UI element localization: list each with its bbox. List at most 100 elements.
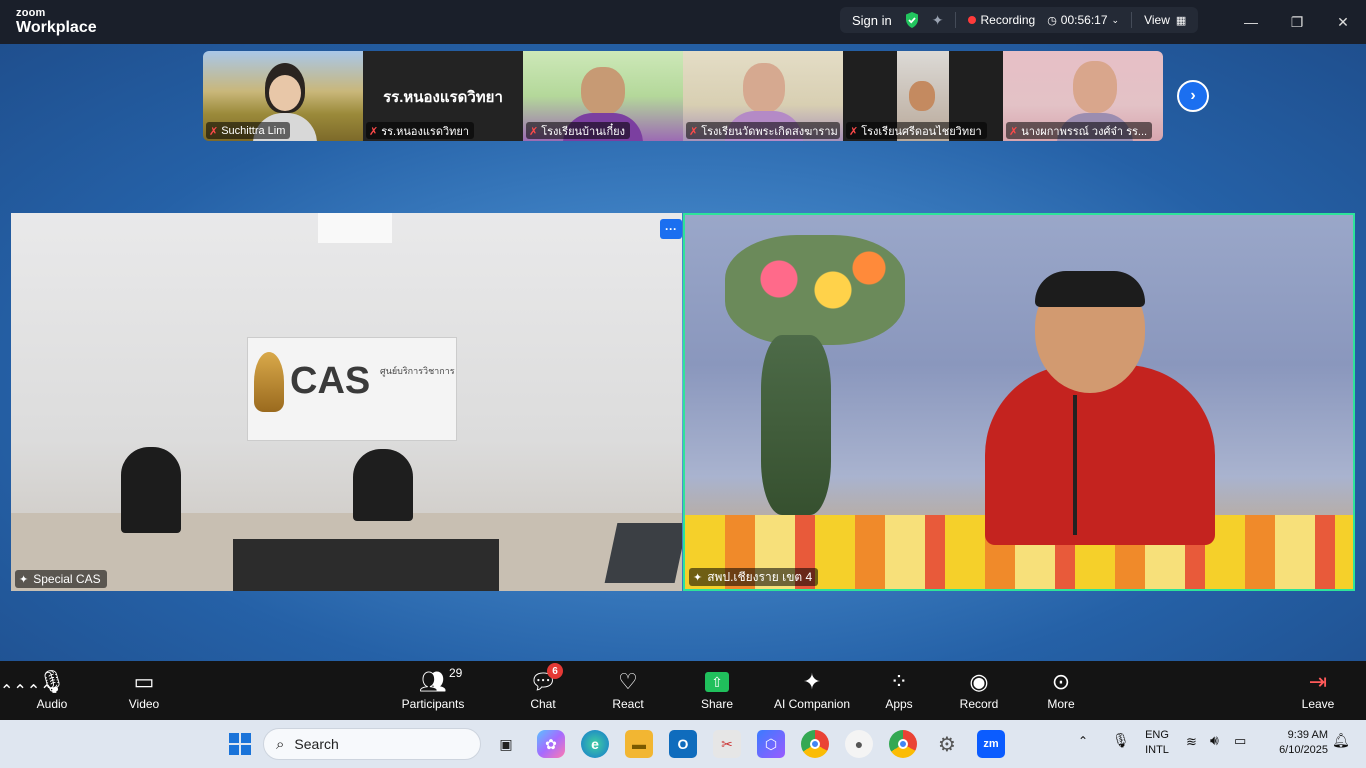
meeting-stage: ✗ Suchittra Lim รร.หนองแรดวิทยา ✗ รร.หนอ… bbox=[0, 44, 1366, 661]
participant-name-tag: ✗ รร.หนองแรดวิทยา bbox=[366, 122, 475, 139]
apps-button[interactable]: ⁘ Apps bbox=[859, 667, 939, 711]
file-explorer-icon[interactable]: ▬ bbox=[625, 730, 653, 758]
video-camera-icon: ▭ bbox=[133, 669, 155, 694]
mfu-emblem-icon bbox=[254, 352, 284, 412]
ceiling-light bbox=[318, 213, 392, 243]
participant-name: Suchittra Lim bbox=[221, 125, 286, 137]
attendee-person bbox=[121, 447, 181, 533]
participant-name-tag: ✗ นางผกาพรรณ์ วงศ์จ๋า รร... bbox=[1006, 122, 1153, 139]
participants-label: Participants bbox=[401, 697, 465, 711]
microphone-tray-icon[interactable]: 🎙︎ bbox=[1112, 733, 1130, 748]
battery-icon[interactable]: ▭ bbox=[1234, 733, 1246, 748]
participant-tile[interactable]: รร.หนองแรดวิทยา ✗ รร.หนองแรดวิทยา bbox=[363, 51, 523, 141]
ai-companion-button[interactable]: ✦ AI Companion bbox=[767, 667, 857, 711]
react-button[interactable]: ♡ React bbox=[588, 667, 668, 711]
clock-icon: ◷ bbox=[1047, 14, 1057, 27]
video-participant-name: Special CAS bbox=[33, 572, 101, 586]
windows-start-icon[interactable] bbox=[226, 730, 254, 758]
maximize-button[interactable]: ❐ bbox=[1274, 0, 1320, 44]
video-tile-active-speaker[interactable]: ✦ สพป.เชียงราย เขต 4 bbox=[683, 213, 1355, 591]
chrome-icon[interactable] bbox=[801, 730, 829, 758]
snipping-tool-icon[interactable]: ✂ bbox=[713, 730, 741, 758]
meeting-info-bar: Sign in ✦ Recording ◷ 00:56:17 ⌄ View ▦ bbox=[840, 7, 1199, 33]
ai-sparkle-icon[interactable]: ✦ bbox=[932, 12, 944, 29]
participant-tile[interactable]: ✗ Suchittra Lim bbox=[203, 51, 363, 141]
google-app-icon[interactable]: ● bbox=[845, 730, 873, 758]
copilot-icon[interactable]: ✿ bbox=[537, 730, 565, 758]
divider bbox=[1131, 12, 1133, 28]
video-participant-name: สพป.เชียงราย เขต 4 bbox=[707, 569, 813, 584]
video-button[interactable]: ▭ Video bbox=[104, 667, 184, 711]
sign-in-button[interactable]: Sign in bbox=[852, 13, 892, 28]
laptop bbox=[604, 523, 682, 583]
attendee-person bbox=[353, 449, 413, 521]
wifi-icon[interactable]: ≋ bbox=[1186, 734, 1197, 749]
view-button[interactable]: View ▦ bbox=[1144, 13, 1186, 27]
video-label: Video bbox=[128, 697, 160, 711]
participant-name: โรงเรียนบ้านเกี๋ยง bbox=[541, 126, 625, 138]
participant-name-tag: ✗ โรงเรียนบ้านเกี๋ยง bbox=[526, 122, 630, 139]
mic-muted-icon: ✗ bbox=[689, 125, 699, 138]
participant-tile[interactable]: ✗ โรงเรียนบ้านเกี๋ยง bbox=[523, 51, 683, 141]
notifications-bell-icon[interactable]: 🔔︎ bbox=[1332, 733, 1350, 748]
leave-button[interactable]: ⇥ Leave bbox=[1278, 667, 1358, 711]
heart-icon: ♡ bbox=[618, 669, 638, 694]
minimize-button[interactable]: — bbox=[1228, 0, 1274, 44]
divider bbox=[955, 12, 957, 28]
share-screen-icon: ⇧ bbox=[677, 667, 757, 697]
meeting-timer[interactable]: ◷ 00:56:17 ⌄ bbox=[1047, 13, 1119, 27]
zoom-app-icon[interactable]: zm bbox=[977, 730, 1005, 758]
security-shield-icon[interactable] bbox=[904, 11, 920, 29]
volume-icon[interactable]: 🔊︎ bbox=[1210, 733, 1219, 748]
language-indicator[interactable]: ENG INTL bbox=[1142, 728, 1172, 758]
grid-view-icon: ▦ bbox=[1175, 14, 1187, 27]
clock[interactable]: 9:39 AM 6/10/2025 bbox=[1262, 728, 1328, 758]
microphone bbox=[1073, 395, 1077, 535]
close-button[interactable]: ✕ bbox=[1320, 0, 1366, 44]
apps-icon: ⁘ bbox=[889, 669, 909, 694]
meeting-toolbar: 🎙︎ Audio ⌃ ▭ Video ⌃ 👥︎ Participants 29 … bbox=[0, 661, 1366, 720]
logo-top: zoom bbox=[16, 7, 46, 19]
audio-label: Audio bbox=[36, 697, 68, 711]
recording-indicator[interactable]: Recording bbox=[968, 13, 1035, 27]
search-icon: ⌕ bbox=[276, 735, 285, 753]
mic-muted-icon: ✗ bbox=[209, 125, 219, 138]
show-hidden-icons-chevron-icon[interactable]: ⌃ bbox=[1078, 734, 1088, 749]
speaker-hair bbox=[1035, 271, 1145, 307]
taskbar-search-box[interactable]: ⌕ Search bbox=[263, 728, 481, 760]
record-icon: ◉ bbox=[969, 669, 989, 694]
participant-tile[interactable]: ✗ โรงเรียนวัดพระเกิดสงฆาราม bbox=[683, 51, 843, 141]
edge-browser-icon[interactable]: e bbox=[581, 730, 609, 758]
recording-dot-icon bbox=[968, 16, 977, 24]
chat-label: Chat bbox=[530, 697, 556, 711]
keyboard-layout: INTL bbox=[1145, 744, 1169, 756]
more-label: More bbox=[1047, 697, 1075, 711]
participant-tile[interactable]: ✗ นางผกาพรรณ์ วงศ์จ๋า รร... bbox=[1003, 51, 1163, 141]
record-button[interactable]: ◉ Record bbox=[939, 667, 1019, 711]
video-options-button[interactable]: ··· bbox=[660, 219, 682, 239]
outlook-icon[interactable]: O bbox=[669, 730, 697, 758]
mic-muted-icon: ✗ bbox=[369, 125, 379, 138]
participant-tile[interactable]: ✗ โรงเรียนศรีดอนไชยวิทยา bbox=[843, 51, 1003, 141]
chevron-down-icon: ⌄ bbox=[1111, 14, 1120, 25]
hexagon-app-icon[interactable]: ⬡ bbox=[757, 730, 785, 758]
cas-sign-subtitle: ศูนย์บริการวิชาการ bbox=[380, 366, 455, 376]
clock-date: 6/10/2025 bbox=[1279, 744, 1328, 756]
settings-gear-icon[interactable]: ⚙ bbox=[933, 730, 961, 758]
task-view-icon[interactable]: ▣ bbox=[492, 730, 520, 758]
chat-unread-badge: 6 bbox=[547, 663, 563, 679]
windows-taskbar: ⌕ Search ▣ ✿ e ▬ O ✂ ⬡ ● ⚙ zm ⌃ 🎙︎ ENG I… bbox=[0, 720, 1366, 768]
window-controls: — ❐ ✕ bbox=[1228, 0, 1366, 44]
more-button[interactable]: ⊙ More bbox=[1021, 667, 1101, 711]
audio-button[interactable]: 🎙︎ Audio bbox=[12, 667, 92, 711]
next-page-button[interactable]: › bbox=[1177, 80, 1209, 112]
search-placeholder: Search bbox=[294, 736, 339, 752]
video-tile-special-cas[interactable]: CAS ศูนย์บริการวิชาการ ··· ✦ Special CAS bbox=[11, 213, 682, 591]
participant-face bbox=[743, 63, 785, 113]
hanging-flowers bbox=[725, 235, 905, 345]
chat-button[interactable]: 💬︎ Chat bbox=[503, 667, 583, 711]
share-button[interactable]: ⇧ Share bbox=[677, 667, 757, 711]
speaker-shirt bbox=[985, 365, 1215, 545]
participant-name: โรงเรียนศรีดอนไชยวิทยา bbox=[861, 126, 982, 138]
chrome-profile-icon[interactable] bbox=[889, 730, 917, 758]
